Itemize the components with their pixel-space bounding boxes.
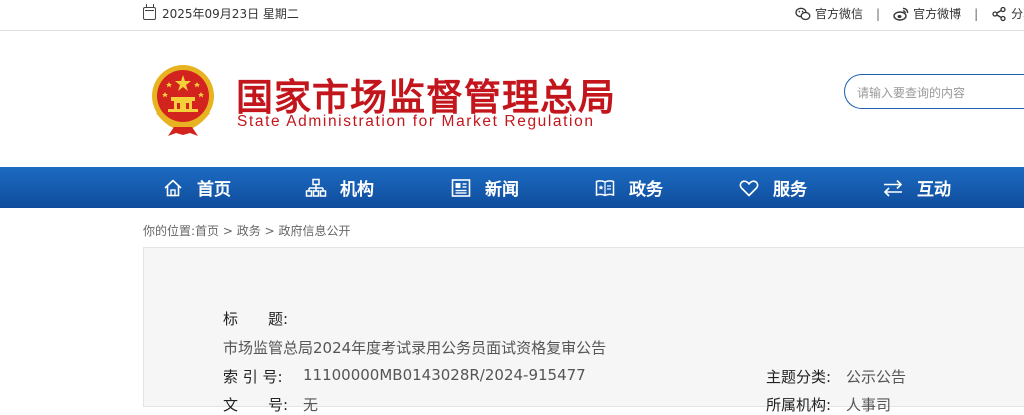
- nav-label: 服务: [773, 180, 807, 200]
- breadcrumb-government-affairs[interactable]: 政务: [237, 224, 261, 238]
- separator: |: [974, 6, 979, 21]
- top-utility-bar: 2025年09月23日 星期二 官方微信 | 官方微博 | 分: [0, 0, 1024, 31]
- book-star-icon: [595, 179, 615, 196]
- title-label: 标 题:: [223, 310, 289, 328]
- official-wechat-link[interactable]: 官方微信: [795, 5, 863, 22]
- breadcrumb-separator: >: [219, 224, 237, 238]
- home-icon: [164, 179, 182, 196]
- search-input[interactable]: [844, 74, 1024, 109]
- document-number-label: 文 号:: [223, 396, 289, 414]
- calendar-icon: [143, 4, 156, 20]
- category-value: 公示公告: [846, 368, 907, 386]
- title-value: 市场监管总局2024年度考试录用公务员面试资格复审公告: [223, 339, 607, 357]
- breadcrumb-info-disclosure[interactable]: 政府信息公开: [278, 224, 350, 238]
- share-link[interactable]: 分享: [991, 5, 1024, 22]
- exchange-arrows-icon: [883, 179, 903, 197]
- nav-label: 新闻: [485, 180, 519, 200]
- weibo-label: 官方微博: [913, 7, 962, 21]
- index-number-value: 11100000MB0143028R/2024-915477: [303, 366, 586, 384]
- news-icon: [451, 178, 471, 197]
- wechat-label: 官方微信: [815, 7, 864, 21]
- department-value: 人事司: [846, 396, 892, 414]
- nav-label: 政务: [629, 180, 663, 200]
- social-links: 官方微信 | 官方微博 | 分享: [795, 5, 1024, 22]
- nav-label: 互动: [917, 180, 951, 200]
- index-number-label: 索 引 号:: [223, 368, 283, 386]
- nav-item-government-affairs[interactable]: 政务: [594, 167, 663, 208]
- share-icon: [992, 6, 1006, 21]
- document-number-value: 无: [303, 396, 319, 414]
- weibo-icon: [893, 7, 909, 21]
- article-metadata-panel: 标 题: 市场监管总局2024年度考试录用公务员面试资格复审公告 索 引 号: …: [143, 247, 1024, 414]
- national-emblem-icon[interactable]: [148, 63, 218, 137]
- nav-item-home[interactable]: 首页: [162, 167, 231, 208]
- department-label: 所属机构:: [766, 396, 832, 414]
- nav-item-organization[interactable]: 机构: [305, 167, 374, 208]
- breadcrumb-prefix: 你的位置:: [143, 224, 196, 238]
- current-date: 2025年09月23日 星期二: [143, 4, 299, 22]
- site-header: 国家市场监督管理总局 State Administration for Mark…: [0, 31, 1024, 167]
- org-chart-icon: [305, 178, 327, 197]
- official-weibo-link[interactable]: 官方微博: [893, 5, 961, 22]
- breadcrumb-home[interactable]: 首页: [195, 224, 219, 238]
- wechat-icon: [795, 7, 811, 20]
- nav-label: 首页: [197, 180, 231, 200]
- site-title-english: State Administration for Market Regulati…: [237, 113, 595, 130]
- separator: |: [876, 6, 881, 21]
- share-label: 分享: [1011, 7, 1024, 21]
- nav-label: 机构: [340, 180, 374, 200]
- category-label: 主题分类:: [766, 368, 832, 386]
- breadcrumb-separator: >: [260, 224, 279, 238]
- heart-icon: [739, 179, 759, 196]
- main-navigation: 首页 机构 新闻 政务 服务 互动: [0, 167, 1024, 208]
- nav-item-news[interactable]: 新闻: [450, 167, 519, 208]
- date-text: 2025年09月23日 星期二: [162, 7, 299, 21]
- nav-item-interaction[interactable]: 互动: [882, 167, 951, 208]
- breadcrumb: 你的位置:首页 > 政务 > 政府信息公开: [143, 222, 350, 239]
- nav-item-services[interactable]: 服务: [738, 167, 807, 208]
